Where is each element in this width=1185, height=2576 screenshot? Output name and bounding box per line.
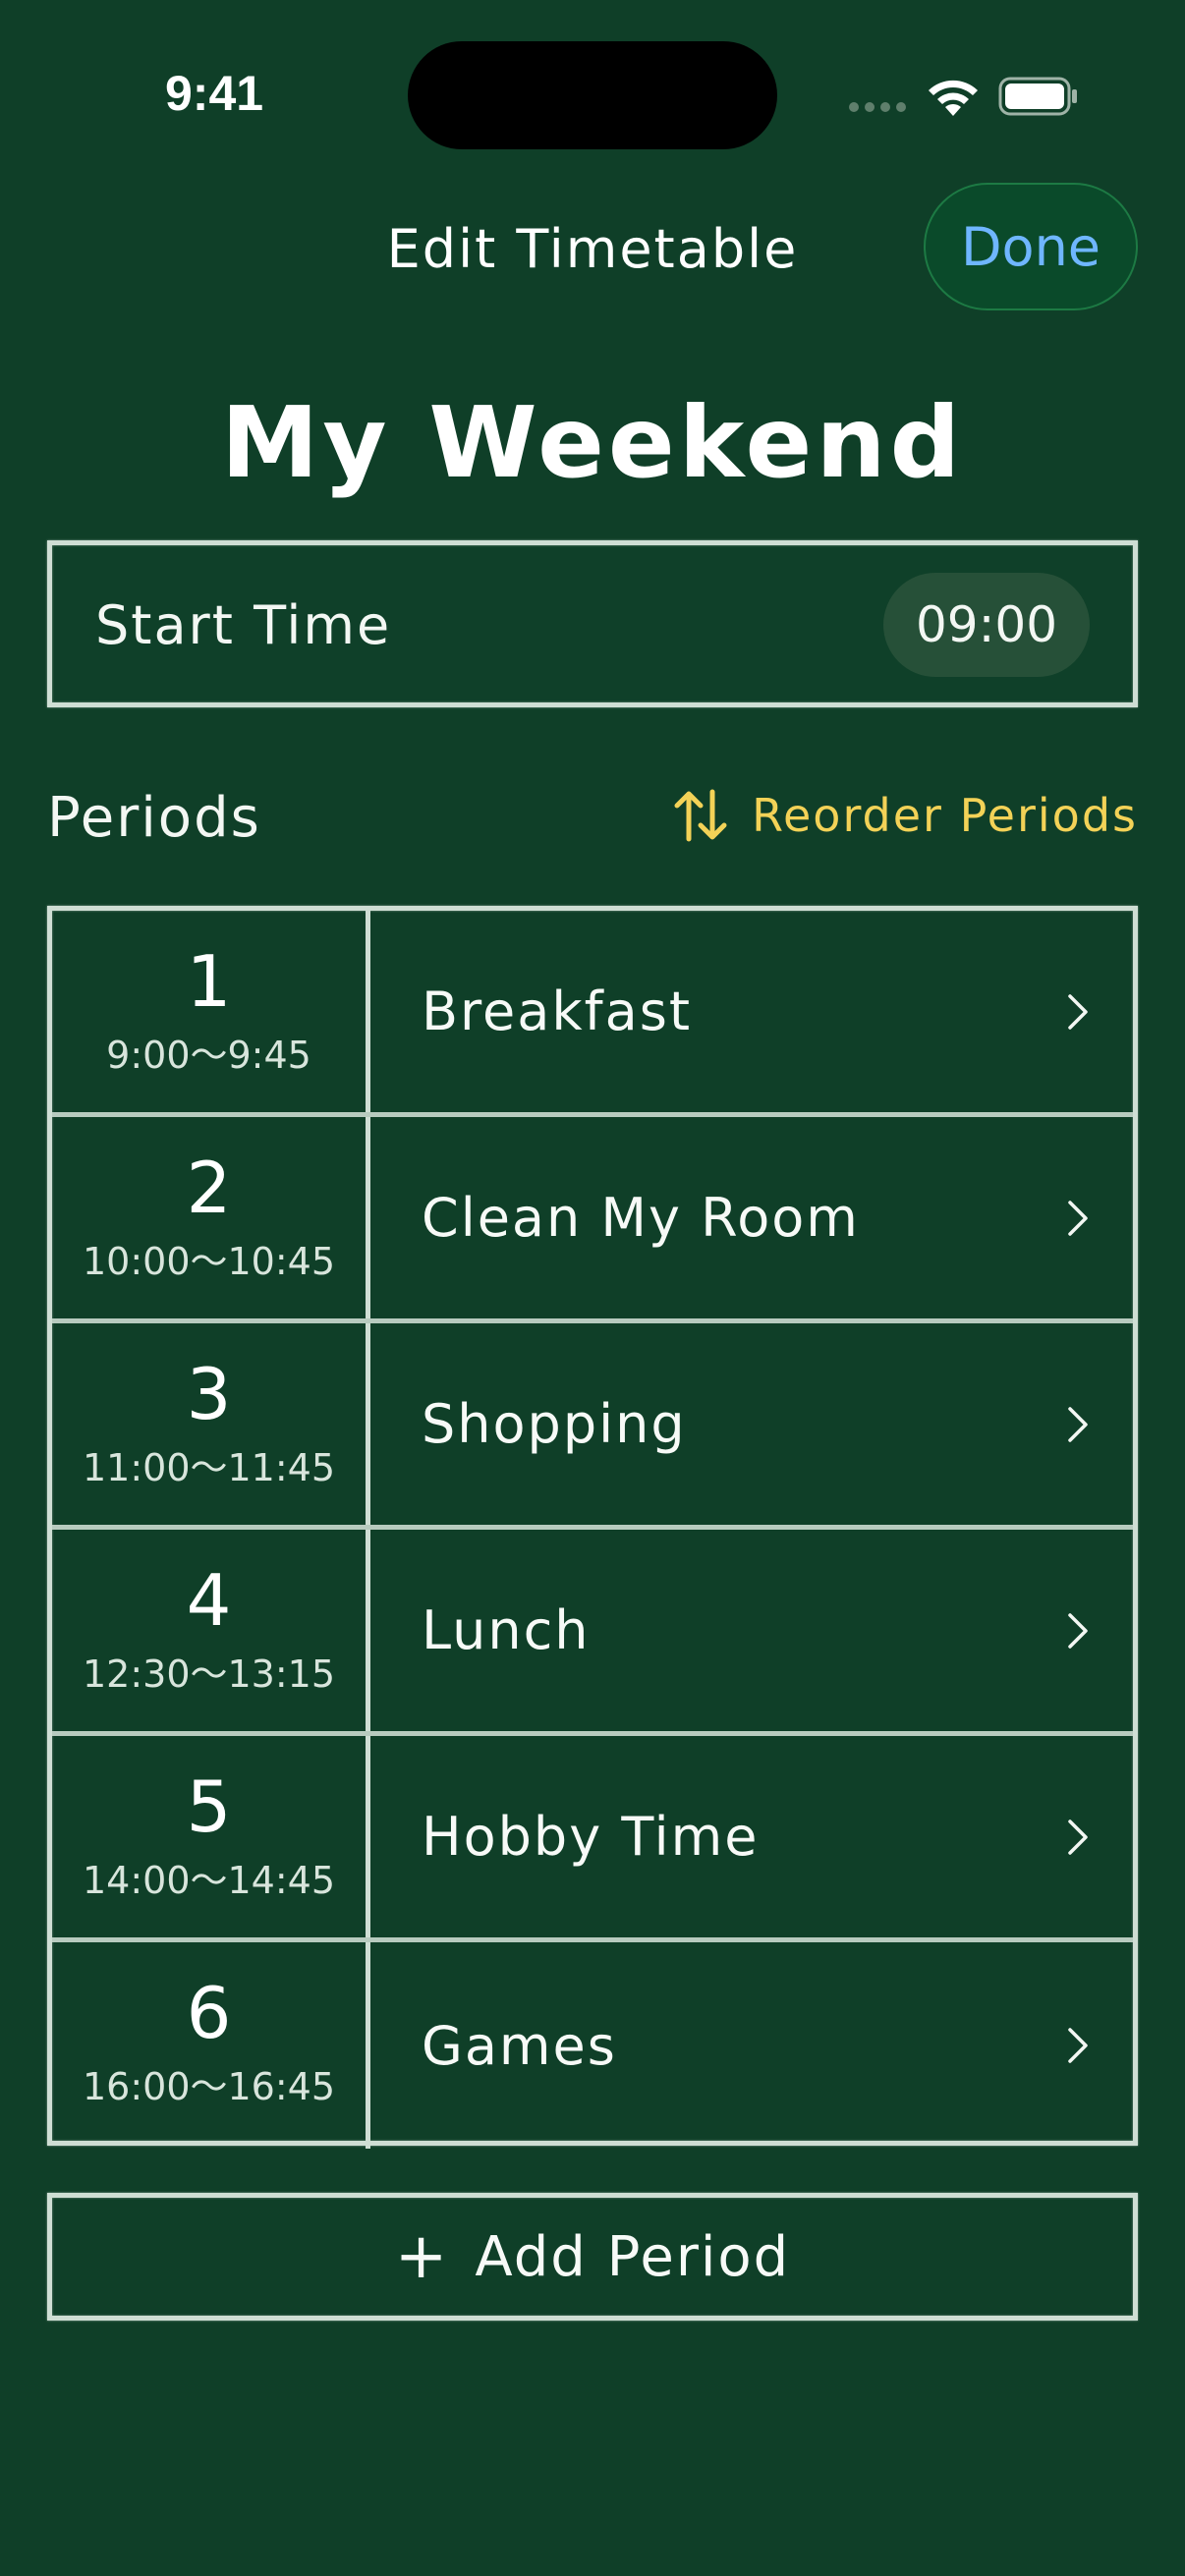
periods-header: Periods	[47, 786, 261, 850]
period-number: 5	[186, 1765, 232, 1848]
wifi-icon	[929, 80, 978, 116]
period-row[interactable]: 2 10:00〜10:45 Clean My Room	[52, 1117, 1133, 1323]
chevron-right-icon	[1068, 1819, 1088, 1855]
period-number-cell: 5 14:00〜14:45	[52, 1736, 370, 1937]
chevron-right-icon	[1068, 1200, 1088, 1236]
period-number-cell: 4 12:30〜13:15	[52, 1530, 370, 1731]
start-time-picker[interactable]: 09:00	[883, 573, 1090, 677]
period-name: Breakfast	[422, 980, 693, 1042]
page-title: My Weekend	[220, 385, 965, 500]
period-time-range: 12:30〜13:15	[82, 1652, 336, 1696]
period-time-range: 9:00〜9:45	[106, 1034, 311, 1077]
battery-icon	[998, 77, 1077, 116]
start-time-label: Start Time	[95, 594, 392, 656]
status-time: 9:41	[165, 66, 264, 121]
period-row[interactable]: 3 11:00〜11:45 Shopping	[52, 1323, 1133, 1530]
start-time-row: Start Time 09:00	[47, 540, 1138, 707]
add-period-label: Add Period	[475, 2224, 791, 2289]
status-bar: 9:41	[0, 0, 1185, 196]
period-row[interactable]: 4 12:30〜13:15 Lunch	[52, 1530, 1133, 1736]
period-row[interactable]: 5 14:00〜14:45 Hobby Time	[52, 1736, 1133, 1942]
plus-icon: +	[394, 2220, 450, 2293]
add-period-button[interactable]: + Add Period	[47, 2193, 1138, 2321]
period-name: Shopping	[422, 1393, 687, 1455]
chevron-right-icon	[1068, 2028, 1088, 2063]
period-time-range: 16:00〜16:45	[82, 2065, 336, 2108]
period-row[interactable]: 6 16:00〜16:45 Games	[52, 1942, 1133, 2149]
dynamic-island	[408, 41, 777, 149]
period-name: Clean My Room	[422, 1187, 860, 1249]
period-number-cell: 2 10:00〜10:45	[52, 1117, 370, 1318]
chevron-right-icon	[1068, 1612, 1088, 1649]
period-time-range: 14:00〜14:45	[82, 1859, 336, 1902]
reorder-arrows-icon	[674, 789, 727, 842]
period-name: Lunch	[422, 1599, 591, 1661]
period-number: 1	[186, 940, 232, 1023]
cellular-signal-icon	[849, 102, 908, 116]
period-number: 6	[186, 1972, 232, 2054]
period-number: 4	[186, 1559, 232, 1642]
chevron-right-icon	[1068, 1406, 1088, 1442]
done-button[interactable]: Done	[924, 183, 1138, 310]
period-time-range: 11:00〜11:45	[82, 1446, 336, 1489]
chevron-right-icon	[1068, 993, 1088, 1030]
period-name: Games	[422, 2014, 617, 2077]
period-row[interactable]: 1 9:00〜9:45 Breakfast	[52, 911, 1133, 1117]
period-number: 2	[186, 1147, 232, 1229]
period-time-range: 10:00〜10:45	[82, 1240, 336, 1283]
periods-table: 1 9:00〜9:45 Breakfast 2 10:00〜10:45 Clea…	[47, 906, 1138, 2149]
reorder-periods-button[interactable]: Reorder Periods	[671, 786, 1138, 845]
period-number-cell: 3 11:00〜11:45	[52, 1323, 370, 1525]
period-number-cell: 6 16:00〜16:45	[52, 1942, 370, 2149]
period-number: 3	[186, 1353, 232, 1435]
period-name: Hobby Time	[422, 1806, 760, 1868]
period-number-cell: 1 9:00〜9:45	[52, 911, 370, 1112]
reorder-periods-label: Reorder Periods	[752, 789, 1138, 842]
